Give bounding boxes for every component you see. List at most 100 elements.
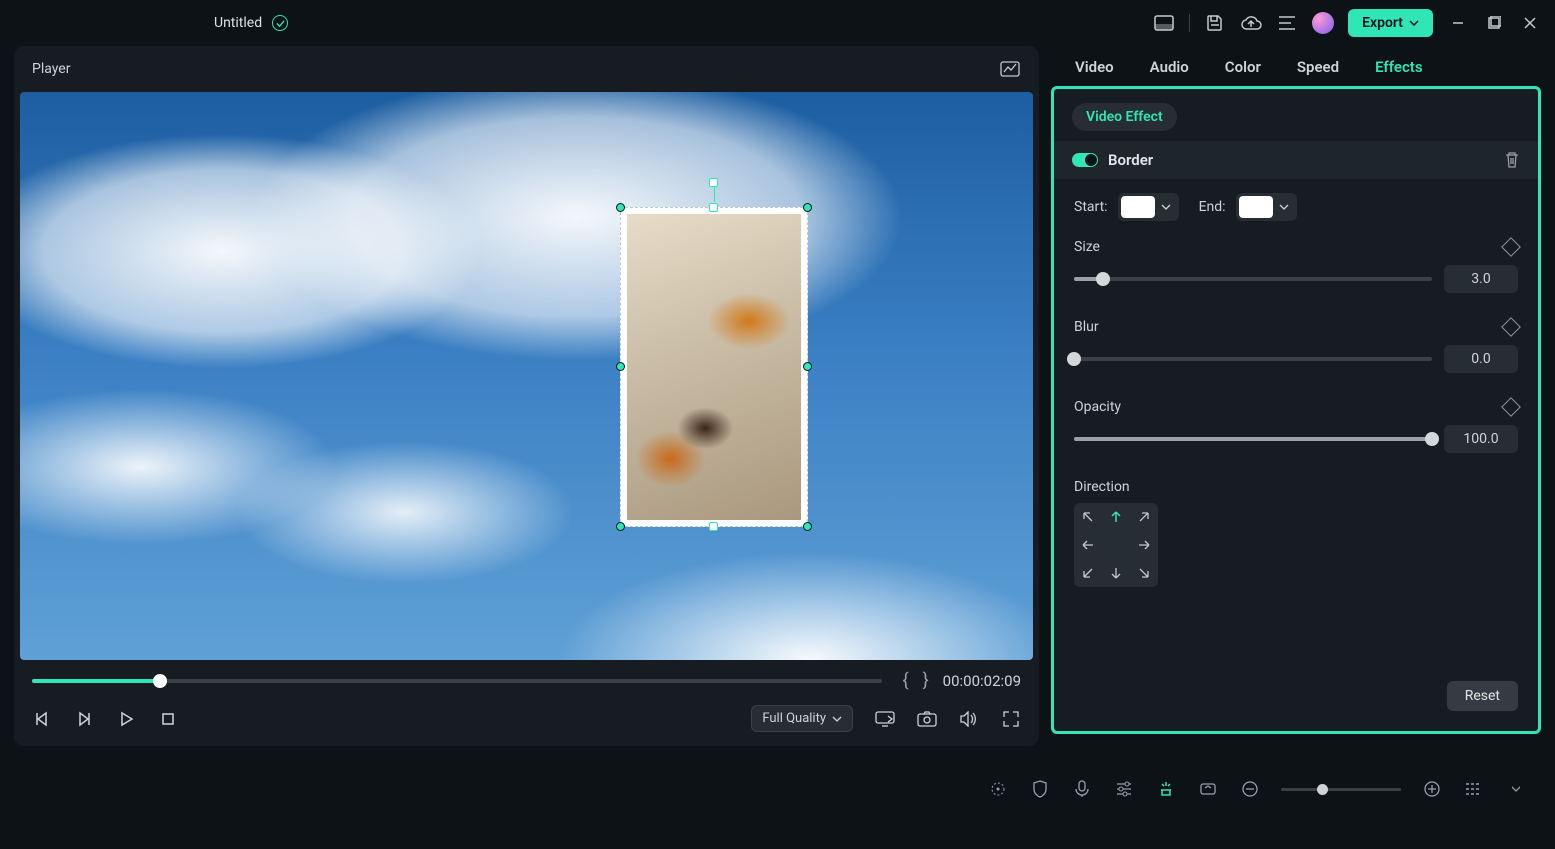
size-value[interactable]: 3.0 [1444, 265, 1518, 293]
zoom-slider[interactable] [1281, 788, 1401, 791]
layout-icon[interactable] [1153, 12, 1175, 34]
export-label: Export [1362, 15, 1403, 31]
opacity-keyframe-button[interactable] [1501, 397, 1521, 417]
border-section-header: Border [1054, 141, 1538, 179]
overlay-clip-image [627, 214, 801, 520]
tab-speed[interactable]: Speed [1297, 58, 1339, 76]
save-icon[interactable] [1204, 12, 1226, 34]
direction-w-button[interactable] [1074, 531, 1102, 559]
adjust-icon[interactable] [1113, 778, 1135, 800]
start-swatch [1121, 196, 1155, 218]
marker-icon[interactable] [1155, 778, 1177, 800]
fullscreen-icon[interactable] [1001, 709, 1021, 729]
direction-s-button[interactable] [1102, 559, 1130, 587]
resize-handle[interactable] [803, 522, 812, 531]
resize-handle[interactable] [709, 203, 718, 212]
end-label: End: [1199, 199, 1226, 215]
direction-sw-button[interactable] [1074, 559, 1102, 587]
prev-frame-button[interactable] [32, 709, 52, 729]
menu-icon[interactable] [1276, 12, 1298, 34]
volume-icon[interactable] [959, 709, 979, 729]
resize-handle[interactable] [616, 362, 625, 371]
window-minimize-button[interactable] [1447, 12, 1469, 34]
direction-center-button[interactable] [1102, 531, 1130, 559]
reset-button[interactable]: Reset [1447, 681, 1518, 711]
blur-value[interactable]: 0.0 [1444, 345, 1518, 373]
player-label: Player [32, 61, 70, 77]
opacity-slider[interactable] [1074, 437, 1432, 441]
start-color-picker[interactable] [1118, 193, 1179, 221]
resize-handle[interactable] [616, 203, 625, 212]
export-button[interactable]: Export [1348, 9, 1433, 37]
timeline-menu-icon[interactable] [1505, 778, 1527, 800]
direction-ne-button[interactable] [1130, 503, 1158, 531]
resize-handle[interactable] [616, 522, 625, 531]
inspector-tabs: Video Audio Color Speed Effects [1051, 46, 1541, 86]
title-bar: Untitled Export [0, 0, 1555, 46]
zoom-in-button[interactable] [1421, 778, 1443, 800]
size-keyframe-button[interactable] [1501, 237, 1521, 257]
stop-button[interactable] [158, 709, 178, 729]
slider-thumb[interactable] [1096, 272, 1110, 286]
next-frame-button[interactable] [74, 709, 94, 729]
blur-keyframe-button[interactable] [1501, 317, 1521, 337]
tab-color[interactable]: Color [1225, 58, 1261, 76]
size-label: Size [1074, 239, 1100, 255]
direction-se-button[interactable] [1130, 559, 1158, 587]
cloud-icon[interactable] [1240, 12, 1262, 34]
border-toggle[interactable] [1072, 153, 1098, 167]
direction-n-button[interactable] [1102, 503, 1130, 531]
direction-nw-button[interactable] [1074, 503, 1102, 531]
slider-thumb[interactable] [1067, 352, 1081, 366]
chevron-down-icon [1279, 204, 1289, 210]
zoom-out-button[interactable] [1239, 778, 1261, 800]
zoom-thumb[interactable] [1317, 784, 1328, 795]
start-label: Start: [1074, 199, 1108, 215]
player-viewport[interactable] [20, 92, 1033, 660]
blur-slider[interactable] [1074, 357, 1432, 361]
scrubber-thumb[interactable] [153, 674, 167, 688]
resize-handle[interactable] [709, 522, 718, 531]
enhance-icon[interactable] [987, 778, 1009, 800]
resize-handle[interactable] [803, 362, 812, 371]
size-slider[interactable] [1074, 277, 1432, 281]
blur-label: Blur [1074, 319, 1099, 335]
direction-e-button[interactable] [1130, 531, 1158, 559]
shield-icon[interactable] [1029, 778, 1051, 800]
delete-effect-button[interactable] [1504, 151, 1520, 169]
user-avatar[interactable] [1312, 12, 1334, 34]
direction-label: Direction [1074, 479, 1518, 495]
slider-thumb[interactable] [1425, 432, 1439, 446]
quality-label: Full Quality [762, 711, 826, 726]
chart-icon[interactable] [999, 58, 1021, 80]
resize-handle[interactable] [803, 203, 812, 212]
tab-video[interactable]: Video [1075, 58, 1114, 76]
opacity-label: Opacity [1074, 399, 1121, 415]
opacity-value[interactable]: 100.0 [1444, 425, 1518, 453]
quality-selector[interactable]: Full Quality [751, 705, 853, 732]
tab-effects[interactable]: Effects [1375, 58, 1422, 76]
video-background [20, 92, 1033, 660]
inspector-panel: Video Audio Color Speed Effects Video Ef… [1045, 46, 1555, 766]
play-button[interactable] [116, 709, 136, 729]
rotate-handle[interactable] [709, 178, 718, 187]
window-maximize-button[interactable] [1483, 12, 1505, 34]
video-effect-chip[interactable]: Video Effect [1072, 103, 1177, 131]
mark-in-button[interactable]: { [902, 670, 908, 691]
mic-icon[interactable] [1071, 778, 1093, 800]
overlay-clip-selection[interactable] [620, 207, 808, 527]
crop-icon[interactable] [1197, 778, 1219, 800]
end-color-picker[interactable] [1236, 193, 1297, 221]
timecode: 00:00:02:09 [943, 672, 1021, 690]
snapshot-icon[interactable] [917, 709, 937, 729]
tab-audio[interactable]: Audio [1150, 58, 1189, 76]
playhead-scrubber[interactable] [32, 679, 882, 683]
project-title[interactable]: Untitled [214, 15, 262, 31]
mark-out-button[interactable]: } [923, 670, 929, 691]
window-close-button[interactable] [1519, 12, 1541, 34]
timeline-view-icon[interactable] [1463, 778, 1485, 800]
timeline-toolbar [0, 766, 1555, 812]
chevron-down-icon [1161, 204, 1171, 210]
monitor-icon[interactable] [875, 709, 895, 729]
direction-grid [1074, 503, 1158, 587]
